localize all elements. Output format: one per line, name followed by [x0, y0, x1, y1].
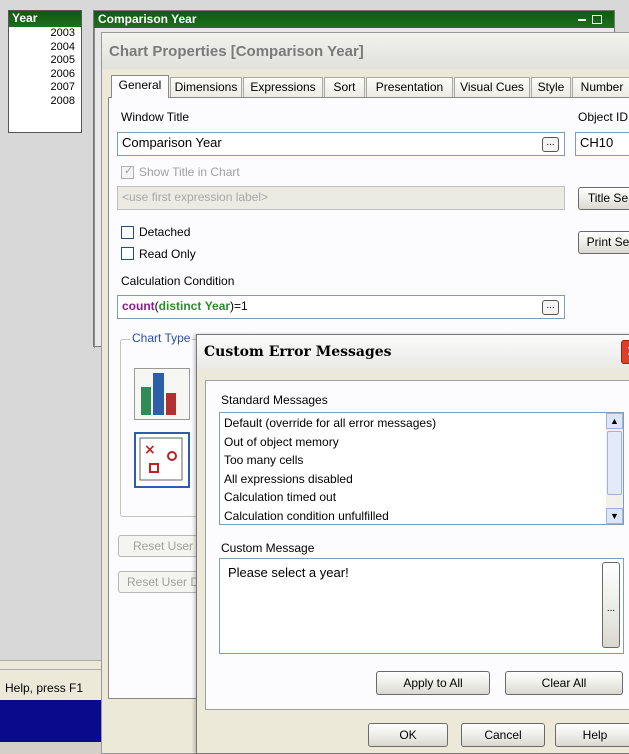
calc-condition-ellipsis-button[interactable]: ...	[542, 300, 559, 315]
reset-user-sizes-button[interactable]: Reset User	[118, 535, 208, 557]
year-listbox-items: 2003 2004 2005 2006 2007 2008	[9, 27, 81, 108]
chart-type-label: Chart Type	[130, 331, 193, 345]
tab-style[interactable]: Style	[531, 77, 571, 97]
tab-presentation[interactable]: Presentation	[366, 77, 453, 97]
year-item[interactable]: 2006	[9, 68, 81, 82]
tab-sort[interactable]: Sort	[324, 77, 365, 97]
title-settings-button[interactable]: Title Se	[578, 187, 629, 210]
message-list-item[interactable]: Default (override for all error messages…	[220, 414, 602, 433]
tab-dimensions[interactable]: Dimensions	[170, 77, 242, 97]
scatter-chart-icon: ×	[139, 437, 183, 481]
custom-message-value: Please select a year!	[228, 565, 349, 580]
bar-chart-icon	[141, 373, 176, 415]
scroll-up-button[interactable]: ▲	[606, 413, 623, 429]
year-listbox: Year 2003 2004 2005 2006 2007 2008	[8, 10, 82, 133]
year-item[interactable]: 2005	[9, 54, 81, 68]
apply-to-all-button[interactable]: Apply to All	[376, 671, 490, 695]
read-only-label: Read Only	[139, 247, 196, 261]
year-item[interactable]: 2003	[9, 27, 81, 41]
tab-number[interactable]: Number	[572, 77, 629, 97]
title-expression-field: <use first expression label>	[117, 186, 565, 210]
svg-text:×: ×	[144, 442, 156, 458]
cancel-button[interactable]: Cancel	[461, 723, 545, 747]
title-expression-placeholder: <use first expression label>	[122, 190, 269, 204]
detached-checkbox[interactable]	[121, 226, 134, 239]
year-item[interactable]: 2007	[9, 81, 81, 95]
message-list-item[interactable]: All expressions disabled	[220, 470, 602, 489]
calc-condition-label: Calculation Condition	[121, 274, 235, 288]
show-title-label: Show Title in Chart	[139, 165, 240, 179]
custom-message-ellipsis-button[interactable]: ...	[602, 562, 620, 648]
print-settings-button[interactable]: Print Se	[578, 231, 629, 254]
year-item[interactable]: 2004	[9, 41, 81, 55]
messages-scrollbar[interactable]: ▲ ▼	[606, 413, 623, 524]
custom-error-title: Custom Error Messages	[204, 344, 392, 360]
scroll-thumb[interactable]	[607, 431, 622, 495]
scatter-chart-type-button[interactable]: ×	[134, 432, 190, 488]
calc-func: count	[122, 299, 155, 313]
chart-properties-title: Chart Properties [Comparison Year]	[109, 43, 364, 60]
message-list-item[interactable]: Calculation condition unfulfilled	[220, 507, 602, 525]
calc-keyword: distinct	[158, 299, 202, 313]
standard-messages-items: Default (override for all error messages…	[220, 413, 602, 525]
reset-user-docking-button[interactable]: Reset User D	[118, 571, 208, 593]
tab-expressions[interactable]: Expressions	[243, 77, 323, 97]
detached-label: Detached	[139, 225, 191, 239]
calc-condition-field[interactable]: count(distinct Year)=1	[117, 295, 565, 319]
custom-message-field[interactable]: Please select a year!	[219, 558, 624, 654]
show-title-checkbox[interactable]: ✓	[121, 165, 134, 179]
custom-error-titlebar[interactable]: Custom Error Messages ✕	[197, 335, 629, 369]
window-title-ellipsis-button[interactable]: ...	[542, 137, 559, 152]
comparison-year-titlebar[interactable]: Comparison Year	[94, 11, 614, 28]
close-icon[interactable]: ✕	[621, 340, 629, 364]
tab-general[interactable]: General	[111, 75, 169, 98]
object-id-field[interactable]: CH10	[575, 132, 629, 156]
checkmark-icon: ✓	[124, 165, 134, 177]
object-id-value: CH10	[580, 135, 614, 150]
scroll-down-button[interactable]: ▼	[606, 508, 623, 524]
year-listbox-title[interactable]: Year	[9, 11, 81, 27]
read-only-checkbox[interactable]	[121, 247, 134, 260]
ok-button[interactable]: OK	[368, 723, 448, 747]
minimize-icon[interactable]	[578, 19, 586, 21]
object-id-label: Object ID	[578, 110, 629, 124]
bar-chart-type-button[interactable]	[134, 368, 190, 420]
maximize-icon[interactable]	[592, 15, 602, 24]
standard-messages-label: Standard Messages	[221, 393, 328, 407]
status-help-text: Help, press F1	[5, 681, 84, 695]
clear-all-button[interactable]: Clear All	[505, 671, 623, 695]
tab-visual-cues[interactable]: Visual Cues	[454, 77, 530, 97]
custom-message-label: Custom Message	[221, 541, 315, 555]
window-title-label: Window Title	[121, 110, 190, 124]
window-title-value: Comparison Year	[122, 135, 222, 150]
calc-field: Year	[204, 299, 231, 313]
help-button[interactable]: Help	[555, 723, 629, 747]
calc-rest: )=1	[230, 299, 248, 313]
year-item[interactable]: 2008	[9, 95, 81, 109]
standard-messages-list[interactable]: Default (override for all error messages…	[219, 412, 624, 525]
window-title-field[interactable]: Comparison Year	[117, 132, 565, 156]
chart-properties-titlebar[interactable]: Chart Properties [Comparison Year]	[102, 33, 629, 69]
comparison-year-title: Comparison Year	[98, 12, 197, 26]
message-list-item[interactable]: Out of object memory	[220, 433, 602, 452]
message-list-item[interactable]: Too many cells	[220, 451, 602, 470]
sheet-divider	[94, 28, 95, 348]
message-list-item[interactable]: Calculation timed out	[220, 488, 602, 507]
